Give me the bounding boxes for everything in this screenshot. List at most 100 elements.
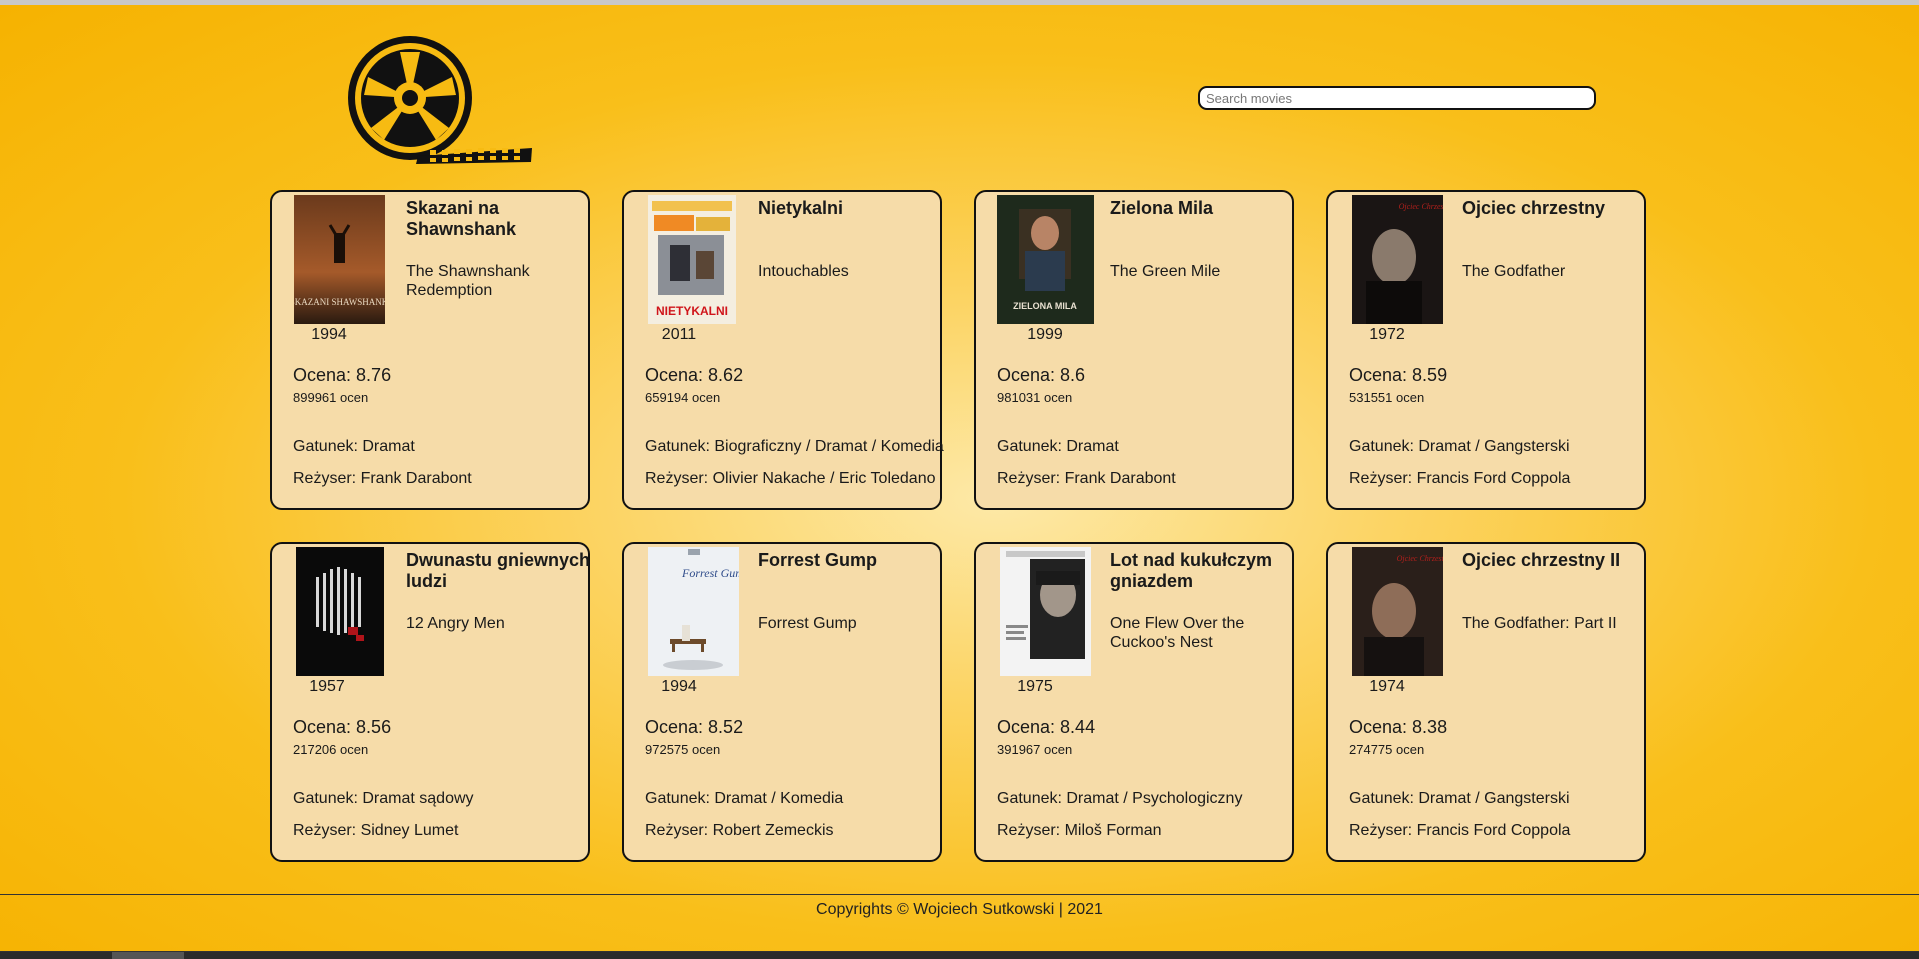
movie-title[interactable]: Ojciec chrzestny II	[1462, 550, 1652, 571]
director-value: Robert Zemeckis	[712, 822, 834, 839]
movie-card[interactable]: NIETYKALNI 2011 Nietykalni Intouchables …	[622, 190, 944, 510]
movie-original-title: One Flew Over the Cuckoo's Nest	[1110, 615, 1245, 651]
movie-card[interactable]: SKAZANI SHAWSHANK 1994 Skazani na Shawns…	[270, 190, 590, 510]
movie-year: 1974	[1369, 678, 1405, 695]
movie-title[interactable]: Zielona Mila	[1110, 198, 1300, 219]
movie-card[interactable]: ZIELONA MILA 1999 Zielona Mila The Green…	[974, 190, 1294, 510]
poster-caption: SKAZANI SHAWSHANK	[294, 297, 385, 307]
genre-value: Dramat	[1066, 438, 1119, 455]
movie-card[interactable]: Ojciec Chrzestny 1972 Ojciec chrzestny T…	[1326, 190, 1646, 510]
movie-title[interactable]: Ojciec chrzestny	[1462, 198, 1652, 219]
movie-poster[interactable]: Forrest Gump	[648, 547, 739, 676]
poster-caption: Ojciec Chrzestny	[1397, 554, 1443, 563]
movie-genre: Gatunek: Dramat / Psychologiczny	[997, 790, 1242, 808]
movie-title[interactable]: Nietykalni	[758, 198, 948, 219]
movie-rating: Ocena: 8.59	[1349, 365, 1447, 386]
director-value: Francis Ford Coppola	[1416, 822, 1571, 839]
rating-label: Ocena:	[1349, 717, 1413, 737]
movie-poster[interactable]: NIETYKALNI	[648, 195, 736, 324]
votes-label: ocen	[688, 390, 721, 405]
movie-poster[interactable]: SKAZANI SHAWSHANK	[294, 195, 385, 324]
movie-votes: 274775 ocen	[1349, 742, 1424, 757]
director-label: Reżyser:	[997, 470, 1065, 487]
votes-label: ocen	[336, 742, 369, 757]
movie-poster[interactable]	[296, 547, 384, 676]
movie-card[interactable]: 1957 Dwunastu gniewnych ludzi 12 Angry M…	[270, 542, 590, 862]
votes-label: ocen	[1392, 742, 1425, 757]
movie-genre: Gatunek: Dramat	[293, 438, 415, 456]
director-label: Reżyser:	[645, 470, 713, 487]
genre-label: Gatunek:	[293, 790, 363, 807]
film-reel-logo-icon[interactable]	[344, 32, 534, 164]
movie-original-title: The Godfather: Part II	[1462, 615, 1617, 632]
movie-genre: Gatunek: Dramat / Gangsterski	[1349, 438, 1570, 456]
movie-card[interactable]: Forrest Gump 1994 Forrest Gump Forrest G…	[622, 542, 942, 862]
votes-label: ocen	[1040, 742, 1073, 757]
votes-value: 981031	[997, 390, 1041, 405]
director-value: Francis Ford Coppola	[1416, 470, 1571, 487]
rating-label: Ocena:	[997, 717, 1061, 737]
genre-label: Gatunek:	[1349, 438, 1419, 455]
movie-poster[interactable]: Ojciec Chrzestny	[1352, 547, 1443, 676]
movie-title[interactable]: Dwunastu gniewnych ludzi	[406, 550, 596, 592]
taskbar-tab[interactable]	[112, 952, 184, 959]
movie-title[interactable]: Skazani na Shawnshank	[406, 198, 596, 240]
director-label: Reżyser:	[1349, 470, 1417, 487]
votes-value: 659194	[645, 390, 689, 405]
taskbar	[0, 952, 1919, 959]
genre-value: Dramat / Komedia	[714, 790, 844, 807]
genre-value: Dramat sądowy	[362, 790, 474, 807]
movie-rating: Ocena: 8.62	[645, 365, 743, 386]
poster-caption: Forrest Gump	[681, 566, 739, 580]
rating-value: 8.76	[356, 365, 392, 385]
movie-genre: Gatunek: Dramat	[997, 438, 1119, 456]
votes-label: ocen	[336, 390, 369, 405]
movie-director: Reżyser: Frank Darabont	[997, 470, 1176, 488]
rating-label: Ocena:	[645, 365, 709, 385]
rating-value: 8.38	[1412, 717, 1448, 737]
director-value: Miloš Forman	[1064, 822, 1162, 839]
movie-rating: Ocena: 8.44	[997, 717, 1095, 738]
movie-card[interactable]: 1975 Lot nad kukułczym gniazdem One Flew…	[974, 542, 1294, 862]
movie-original-title: Forrest Gump	[758, 615, 857, 632]
rating-value: 8.44	[1060, 717, 1096, 737]
director-value: Frank Darabont	[360, 470, 472, 487]
votes-value: 531551	[1349, 390, 1393, 405]
movie-title[interactable]: Forrest Gump	[758, 550, 948, 571]
search-input[interactable]	[1198, 86, 1596, 110]
movie-director: Reżyser: Francis Ford Coppola	[1349, 470, 1570, 488]
poster-caption: ZIELONA MILA	[1013, 301, 1077, 311]
genre-value: Biograficzny / Dramat / Komedia	[714, 438, 944, 455]
movie-director: Reżyser: Frank Darabont	[293, 470, 472, 488]
movie-poster[interactable]: Ojciec Chrzestny	[1352, 195, 1443, 324]
browser-top-strip	[0, 0, 1919, 5]
movie-card[interactable]: Ojciec Chrzestny 1974 Ojciec chrzestny I…	[1326, 542, 1646, 862]
movie-year: 1975	[1017, 678, 1053, 695]
genre-label: Gatunek:	[645, 438, 715, 455]
poster-caption: NIETYKALNI	[656, 304, 728, 318]
votes-value: 274775	[1349, 742, 1393, 757]
genre-label: Gatunek:	[997, 790, 1067, 807]
movie-rating: Ocena: 8.76	[293, 365, 391, 386]
movie-year: 1972	[1369, 326, 1405, 343]
movie-votes: 531551 ocen	[1349, 390, 1424, 405]
rating-label: Ocena:	[293, 365, 357, 385]
movie-director: Reżyser: Robert Zemeckis	[645, 822, 834, 840]
rating-value: 8.59	[1412, 365, 1448, 385]
movie-title[interactable]: Lot nad kukułczym gniazdem	[1110, 550, 1300, 592]
movie-director: Reżyser: Olivier Nakache / Eric Toledano	[645, 470, 936, 488]
movie-original-title: The Godfather	[1462, 263, 1566, 280]
movie-year: 2011	[661, 326, 697, 343]
movie-year: 1994	[311, 326, 347, 343]
movie-poster[interactable]	[1000, 547, 1091, 676]
movie-poster[interactable]: ZIELONA MILA	[997, 195, 1094, 324]
rating-value: 8.56	[356, 717, 392, 737]
votes-value: 391967	[997, 742, 1041, 757]
genre-value: Dramat / Gangsterski	[1418, 790, 1570, 807]
movie-year: 1994	[661, 678, 697, 695]
movie-genre: Gatunek: Dramat / Gangsterski	[1349, 790, 1570, 808]
movie-genre: Gatunek: Biograficzny / Dramat / Komedia	[645, 438, 944, 456]
movie-year: 1999	[1027, 326, 1063, 343]
movie-genre: Gatunek: Dramat sądowy	[293, 790, 474, 808]
director-label: Reżyser:	[645, 822, 713, 839]
